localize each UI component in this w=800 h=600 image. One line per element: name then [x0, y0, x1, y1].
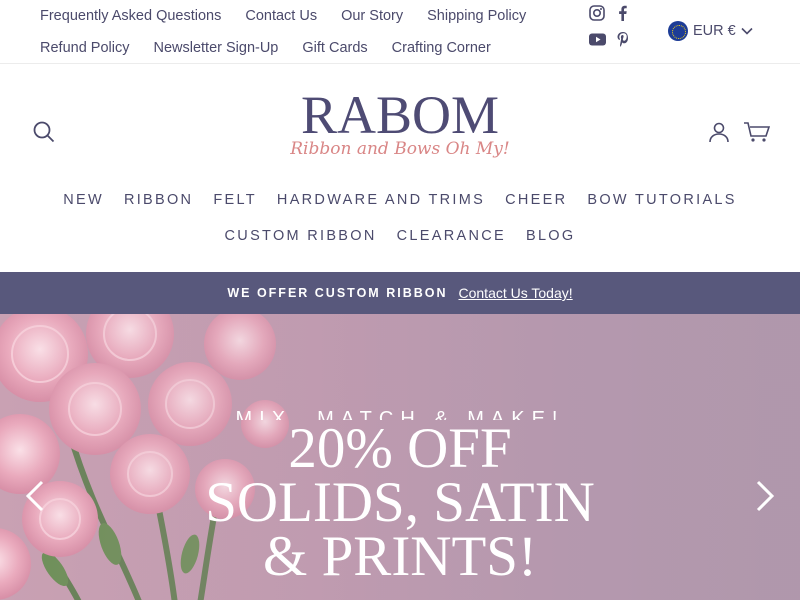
currency-selector[interactable]: EUR € — [668, 21, 753, 41]
logo-tagline: Ribbon and Bows Oh My! — [290, 139, 510, 159]
nav-row-1: NEW RIBBON FELT HARDWARE AND TRIMS CHEER… — [0, 182, 800, 218]
hero-title-line-2: SOLIDS, SATIN — [205, 471, 595, 534]
logo-wordmark: RABOM — [300, 85, 500, 145]
crafting-corner-link[interactable]: Crafting Corner — [392, 40, 491, 56]
gift-cards-link[interactable]: Gift Cards — [302, 40, 367, 56]
utility-bar: Frequently Asked Questions Contact Us Ou… — [0, 0, 800, 64]
contact-us-link[interactable]: Contact Us — [245, 8, 317, 24]
social-links — [588, 4, 640, 48]
chevron-left-icon[interactable] — [20, 478, 50, 514]
utility-links: Frequently Asked Questions Contact Us Ou… — [40, 0, 580, 64]
announcement-link[interactable]: Contact Us Today! — [459, 285, 573, 301]
hero-title-line-3: & PRINTS! — [263, 525, 537, 588]
eu-flag-icon — [668, 21, 688, 41]
hero-slideshow: MIX, MATCH & MAKE! 20% OFF SOLIDS, SATIN… — [0, 314, 800, 600]
instagram-icon[interactable] — [588, 4, 606, 22]
our-story-link[interactable]: Our Story — [341, 8, 403, 24]
site-header: RABOM Ribbon and Bows Oh My! NEW RIBBON … — [0, 64, 800, 272]
nav-item-new[interactable]: NEW — [63, 192, 104, 208]
main-nav: NEW RIBBON FELT HARDWARE AND TRIMS CHEER… — [0, 182, 800, 254]
youtube-icon[interactable] — [588, 30, 606, 48]
hero-title-line-1: 20% OFF — [288, 417, 512, 480]
chevron-right-icon[interactable] — [750, 478, 780, 514]
chevron-down-icon — [741, 23, 753, 39]
nav-item-felt[interactable]: FELT — [213, 192, 257, 208]
nav-item-blog[interactable]: BLOG — [526, 228, 576, 244]
utility-row-2: Refund Policy Newsletter Sign-Up Gift Ca… — [40, 32, 580, 64]
nav-item-bow-tutorials[interactable]: BOW TUTORIALS — [587, 192, 736, 208]
hero-title: 20% OFF SOLIDS, SATIN & PRINTS! — [0, 417, 800, 588]
newsletter-signup-link[interactable]: Newsletter Sign-Up — [153, 40, 278, 56]
nav-row-2: CUSTOM RIBBON CLEARANCE BLOG — [0, 218, 800, 254]
refund-policy-link[interactable]: Refund Policy — [40, 40, 129, 56]
nav-item-ribbon[interactable]: RIBBON — [124, 192, 193, 208]
utility-row-1: Frequently Asked Questions Contact Us Ou… — [40, 0, 580, 32]
announcement-text: WE OFFER CUSTOM RIBBON — [227, 286, 448, 300]
nav-item-hardware-and-trims[interactable]: HARDWARE AND TRIMS — [277, 192, 485, 208]
announcement-bar: WE OFFER CUSTOM RIBBON Contact Us Today! — [0, 272, 800, 314]
account-icon[interactable] — [707, 120, 731, 144]
nav-item-cheer[interactable]: CHEER — [505, 192, 567, 208]
pinterest-icon[interactable] — [614, 30, 632, 48]
cart-icon[interactable] — [742, 120, 770, 144]
facebook-icon[interactable] — [614, 4, 632, 22]
site-logo[interactable]: RABOM Ribbon and Bows Oh My! — [0, 85, 800, 159]
currency-label: EUR € — [693, 23, 736, 39]
nav-item-custom-ribbon[interactable]: CUSTOM RIBBON — [225, 228, 377, 244]
shipping-policy-link[interactable]: Shipping Policy — [427, 8, 526, 24]
nav-item-clearance[interactable]: CLEARANCE — [397, 228, 506, 244]
faq-link[interactable]: Frequently Asked Questions — [40, 8, 221, 24]
